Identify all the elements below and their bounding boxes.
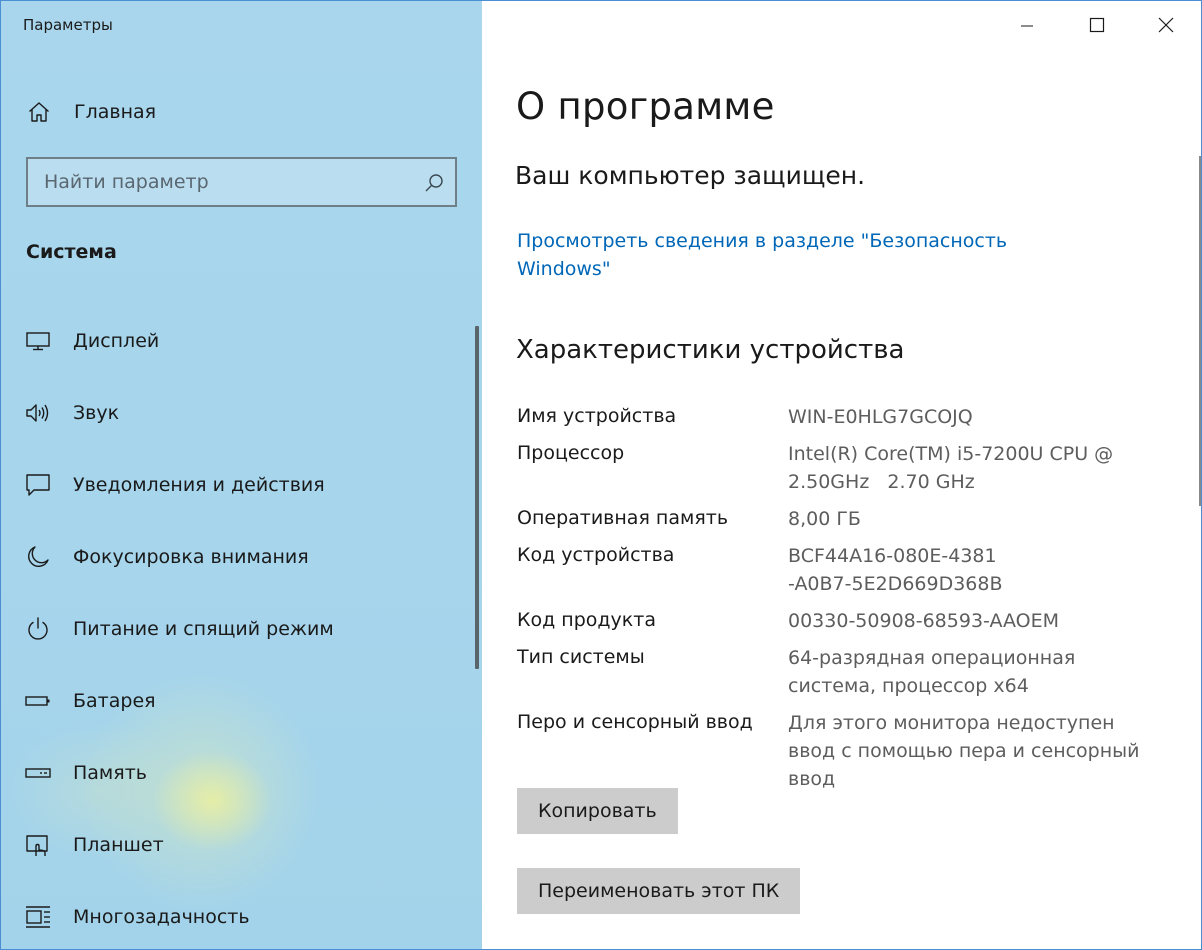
notification-icon bbox=[25, 472, 51, 498]
sidebar-item-tablet[interactable]: Планшет bbox=[1, 823, 471, 867]
sidebar-item-label: Дисплей bbox=[73, 330, 160, 352]
power-icon bbox=[25, 616, 51, 642]
spec-value-system-type: 64-разрядная операционная система, проце… bbox=[788, 647, 1076, 697]
sidebar-item-label: Звук bbox=[73, 402, 120, 424]
tablet-icon bbox=[25, 832, 51, 858]
sidebar-item-power[interactable]: Питание и спящий режим bbox=[1, 607, 471, 651]
close-icon bbox=[1158, 17, 1174, 37]
sidebar-item-storage[interactable]: Память bbox=[1, 751, 471, 795]
page-title: О программе bbox=[516, 85, 775, 128]
spec-label-processor: Процессор bbox=[517, 442, 625, 464]
spec-value-device-name: WIN-E0HLG7GCOJQ bbox=[788, 406, 973, 428]
spec-value-product-id: 00330-50908-68593-AAOEM bbox=[788, 610, 1060, 632]
maximize-icon bbox=[1089, 17, 1105, 37]
moon-icon bbox=[25, 544, 51, 570]
sidebar-item-label: Фокусировка внимания bbox=[73, 546, 309, 568]
sidebar-item-label: Многозадачность bbox=[73, 906, 250, 928]
maximize-button[interactable] bbox=[1063, 1, 1131, 53]
storage-icon bbox=[25, 760, 51, 786]
sidebar-item-label: Память bbox=[73, 762, 147, 784]
copy-button[interactable]: Копировать bbox=[517, 788, 678, 834]
spec-label-pen-touch: Перо и сенсорный ввод bbox=[517, 711, 753, 733]
app-title: Параметры bbox=[23, 16, 113, 34]
specs-title: Характеристики устройства bbox=[516, 335, 905, 365]
search-icon[interactable] bbox=[423, 172, 445, 194]
spec-label-ram: Оперативная память bbox=[517, 507, 729, 529]
home-icon bbox=[27, 100, 51, 124]
sidebar-item-label: Питание и спящий режим bbox=[73, 618, 334, 640]
search-box[interactable] bbox=[26, 157, 457, 207]
content-pane: О программе Ваш компьютер защищен. Просм… bbox=[482, 1, 1201, 949]
spec-label-device-name: Имя устройства bbox=[517, 405, 677, 427]
sidebar-item-display[interactable]: Дисплей bbox=[1, 319, 471, 363]
home-label: Главная bbox=[74, 101, 157, 123]
minimize-icon bbox=[1020, 18, 1034, 37]
spec-label-product-id: Код продукта bbox=[517, 609, 656, 631]
sidebar: Параметры Главная Система bbox=[1, 1, 482, 949]
speaker-icon bbox=[25, 400, 51, 426]
sidebar-item-label: Уведомления и действия bbox=[73, 474, 325, 496]
spec-value-ram: 8,00 ГБ bbox=[788, 508, 861, 530]
protection-status: Ваш компьютер защищен. bbox=[515, 161, 866, 190]
search-input[interactable] bbox=[44, 159, 414, 205]
battery-icon bbox=[25, 688, 51, 714]
section-title: Система bbox=[26, 241, 117, 263]
spec-value-device-id: BCF44A16-080E-4381-A0B7-5E2D669D368B bbox=[788, 545, 1003, 595]
settings-window: Параметры Главная Система bbox=[0, 0, 1202, 950]
spec-label-system-type: Тип системы bbox=[517, 646, 645, 668]
sidebar-item-notifications[interactable]: Уведомления и действия bbox=[1, 463, 471, 507]
display-icon bbox=[25, 328, 51, 354]
sidebar-item-label: Планшет bbox=[73, 834, 164, 856]
spec-label-device-id: Код устройства bbox=[517, 544, 675, 566]
sidebar-scrollbar[interactable] bbox=[475, 326, 479, 669]
multitasking-icon bbox=[25, 904, 51, 930]
sidebar-item-battery[interactable]: Батарея bbox=[1, 679, 471, 723]
rename-pc-button[interactable]: Переименовать этот ПК bbox=[517, 868, 801, 914]
sidebar-item-focus[interactable]: Фокусировка внимания bbox=[1, 535, 471, 579]
sidebar-item-home[interactable]: Главная bbox=[27, 97, 156, 127]
spec-value-pen-touch: Для этого монитора недоступен ввод с пом… bbox=[788, 712, 1140, 790]
sidebar-item-label: Батарея bbox=[73, 690, 156, 712]
sidebar-item-sound[interactable]: Звук bbox=[1, 391, 471, 435]
close-button[interactable] bbox=[1132, 1, 1200, 53]
spec-value-processor: Intel(R) Core(TM) i5-7200U CPU @ 2.50GHz… bbox=[788, 443, 1120, 493]
security-link[interactable]: Просмотреть сведения в разделе "Безопасн… bbox=[517, 227, 1037, 283]
sidebar-item-multitasking[interactable]: Многозадачность bbox=[1, 895, 471, 939]
minimize-button[interactable] bbox=[993, 1, 1061, 53]
